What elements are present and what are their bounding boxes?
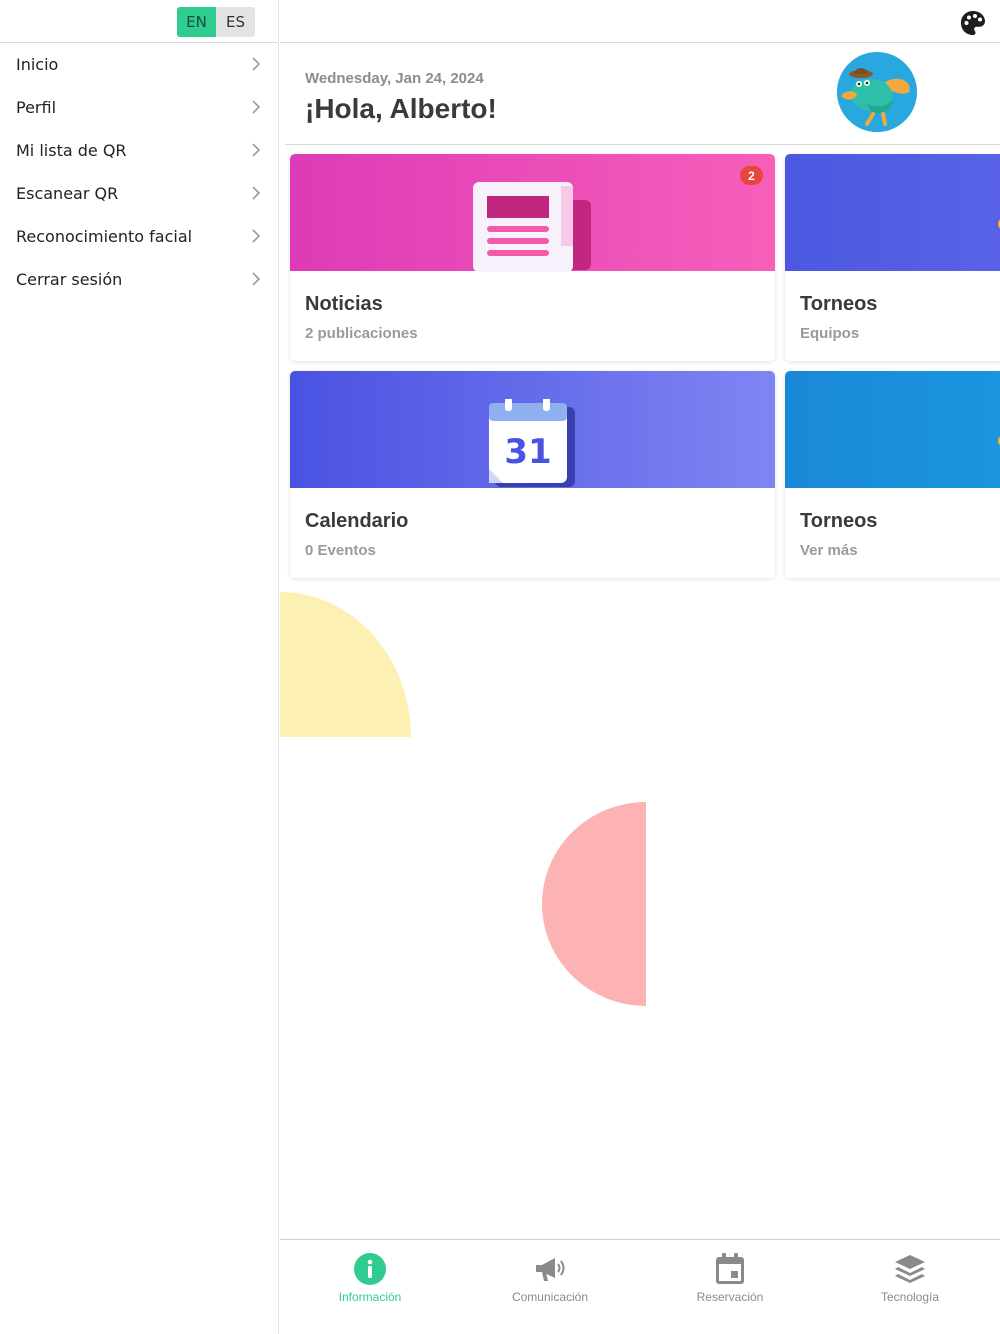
- palette-icon[interactable]: [960, 10, 986, 36]
- card-title: Torneos: [800, 293, 878, 315]
- chevron-right-icon: [252, 229, 261, 243]
- nav-label: Tecnología: [880, 1290, 940, 1304]
- chevron-right-icon: [252, 100, 261, 114]
- sidebar-item-qr-list[interactable]: Mi lista de QR: [0, 129, 278, 172]
- greeting-header: Wednesday, Jan 24, 2024 ¡Hola, Alberto!: [285, 43, 1000, 145]
- card-noticias[interactable]: 2 Noticias 2 publicaciones: [290, 154, 775, 361]
- nav-tab-tecnologia[interactable]: Tecnología: [820, 1240, 1000, 1334]
- notification-badge: 2: [740, 166, 763, 185]
- greeting-title: ¡Hola, Alberto!: [305, 93, 497, 124]
- chevron-right-icon: [252, 272, 261, 286]
- chevron-right-icon: [252, 143, 261, 157]
- platypus-avatar-icon: [837, 52, 917, 132]
- chevron-right-icon: [252, 57, 261, 71]
- calendar-icon: [716, 1253, 744, 1284]
- sidebar-item-label: Inicio: [16, 55, 59, 74]
- sidebar-item-facial-recognition[interactable]: Reconocimiento facial: [0, 215, 278, 258]
- card-banner: [785, 371, 1000, 488]
- nav-label: Reservación: [696, 1290, 764, 1304]
- trophy-icon: [998, 219, 1000, 229]
- card-banner: 2: [290, 154, 775, 272]
- nav-tab-informacion[interactable]: Información: [280, 1240, 460, 1334]
- card-subtitle: 0 Eventos: [305, 542, 376, 559]
- card-banner: 31: [290, 371, 775, 488]
- sidebar-item-label: Cerrar sesión: [16, 270, 123, 289]
- calendar-day-number: 31: [504, 432, 551, 472]
- info-icon: [354, 1253, 386, 1285]
- chevron-right-icon: [252, 186, 261, 200]
- main-content: Wednesday, Jan 24, 2024 ¡Hola, Alberto!: [280, 0, 1000, 1334]
- app-root: EN ES Inicio Perfil Mi lista de QR Escan…: [0, 0, 1000, 1334]
- card-subtitle: 2 publicaciones: [305, 325, 418, 342]
- sidebar-item-perfil[interactable]: Perfil: [0, 86, 278, 129]
- nav-tab-reservacion[interactable]: Reservación: [640, 1240, 820, 1334]
- calendar-icon: 31: [489, 399, 575, 487]
- sidebar: EN ES Inicio Perfil Mi lista de QR Escan…: [0, 0, 279, 1334]
- card-title: Noticias: [305, 293, 383, 315]
- nav-label: Comunicación: [511, 1290, 589, 1304]
- sidebar-item-scan-qr[interactable]: Escanear QR: [0, 172, 278, 215]
- sidebar-item-label: Reconocimiento facial: [16, 227, 193, 246]
- nav-label: Información: [338, 1290, 402, 1304]
- card-torneos-equipos[interactable]: Torneos Equipos: [785, 154, 1000, 361]
- decorative-yellow-shape: [280, 592, 411, 737]
- card-calendario[interactable]: 31 Calendario 0 Eventos: [290, 371, 775, 578]
- sidebar-header: EN ES: [0, 0, 278, 43]
- sidebar-item-label: Mi lista de QR: [16, 141, 127, 160]
- sidebar-item-logout[interactable]: Cerrar sesión: [0, 258, 278, 301]
- bottom-navigation: Información Comunicación Reservación Tec…: [280, 1239, 1000, 1334]
- nav-tab-comunicacion[interactable]: Comunicación: [460, 1240, 640, 1334]
- trophy-icon: [998, 436, 1000, 446]
- lang-es-button[interactable]: ES: [216, 7, 255, 37]
- avatar[interactable]: [837, 52, 917, 132]
- card-torneos-ver-mas[interactable]: Torneos Ver más: [785, 371, 1000, 578]
- megaphone-icon: [536, 1258, 565, 1281]
- top-bar: [280, 0, 1000, 43]
- card-title: Torneos: [800, 510, 878, 532]
- card-banner: [785, 154, 1000, 271]
- layers-icon: [895, 1255, 925, 1283]
- sidebar-item-inicio[interactable]: Inicio: [0, 43, 278, 86]
- sidebar-menu: Inicio Perfil Mi lista de QR Escanear QR…: [0, 43, 278, 301]
- sidebar-item-label: Perfil: [16, 98, 57, 117]
- newspaper-icon: [473, 182, 591, 272]
- decorative-pink-shape: [542, 802, 646, 1006]
- language-toggle: EN ES: [177, 7, 255, 37]
- lang-en-button[interactable]: EN: [177, 7, 216, 37]
- sidebar-item-label: Escanear QR: [16, 184, 119, 203]
- card-subtitle: Ver más: [800, 542, 858, 559]
- card-subtitle: Equipos: [800, 325, 860, 342]
- current-date: Wednesday, Jan 24, 2024: [305, 70, 484, 87]
- card-title: Calendario: [305, 510, 409, 532]
